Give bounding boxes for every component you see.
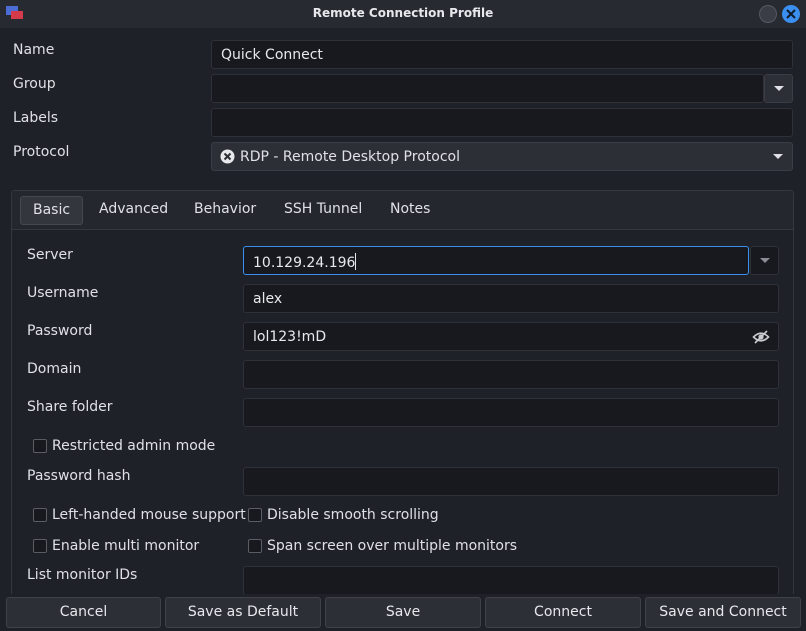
- server-label: Server: [27, 247, 73, 263]
- share-folder-label: Share folder: [27, 399, 113, 415]
- cancel-button[interactable]: Cancel: [6, 597, 161, 628]
- tab-basic[interactable]: Basic: [20, 196, 84, 225]
- multi-monitor-checkbox[interactable]: [33, 539, 47, 553]
- password-hash-label: Password hash: [27, 468, 131, 484]
- labels-label: Labels: [13, 110, 59, 126]
- tab-advanced[interactable]: Advanced: [99, 201, 168, 217]
- restricted-admin-label[interactable]: Restricted admin mode: [52, 438, 215, 454]
- server-value: 10.129.24.196: [253, 255, 356, 271]
- disable-smooth-scroll-checkbox[interactable]: [248, 508, 262, 522]
- name-label: Name: [13, 42, 55, 58]
- button-bar: Cancel Save as Default Save Connect Save…: [0, 594, 806, 631]
- window-title: Remote Connection Profile: [312, 6, 494, 20]
- name-input[interactable]: Quick Connect: [211, 40, 793, 69]
- tab-notes[interactable]: Notes: [390, 201, 430, 217]
- connect-button[interactable]: Connect: [485, 597, 641, 628]
- password-hash-input[interactable]: [243, 467, 779, 496]
- left-handed-label[interactable]: Left-handed mouse support: [52, 507, 246, 523]
- visibility-toggle-icon[interactable]: [752, 329, 770, 345]
- span-screen-label[interactable]: Span screen over multiple monitors: [267, 538, 517, 554]
- save-as-default-button[interactable]: Save as Default: [165, 597, 321, 628]
- disable-smooth-scroll-label[interactable]: Disable smooth scrolling: [267, 507, 439, 523]
- chevron-down-icon: [760, 258, 770, 263]
- chevron-down-icon: [773, 154, 783, 159]
- domain-label: Domain: [27, 361, 82, 377]
- server-history-dropdown[interactable]: [750, 246, 779, 275]
- close-button[interactable]: [782, 5, 800, 23]
- protocol-label: Protocol: [13, 144, 70, 160]
- settings-notebook: Basic Advanced Behavior SSH Tunnel Notes…: [11, 190, 794, 600]
- password-input[interactable]: lol123!mD: [243, 322, 779, 351]
- list-monitor-label: List monitor IDs: [27, 567, 138, 583]
- group-input[interactable]: [211, 74, 764, 103]
- tab-strip: Basic Advanced Behavior SSH Tunnel Notes: [12, 191, 793, 230]
- group-dropdown-button[interactable]: [764, 74, 793, 103]
- multi-monitor-label[interactable]: Enable multi monitor: [52, 538, 199, 554]
- close-icon: [786, 9, 796, 19]
- save-button[interactable]: Save: [325, 597, 481, 628]
- tab-ssh-tunnel[interactable]: SSH Tunnel: [284, 201, 362, 217]
- minimize-button[interactable]: [759, 5, 777, 23]
- rdp-protocol-icon: [220, 149, 235, 164]
- list-monitor-input[interactable]: [243, 566, 779, 595]
- share-folder-input[interactable]: [243, 398, 779, 427]
- protocol-value: RDP - Remote Desktop Protocol: [240, 149, 460, 165]
- chevron-down-icon: [774, 86, 784, 91]
- restricted-admin-checkbox[interactable]: [33, 439, 47, 453]
- labels-input[interactable]: [211, 108, 793, 137]
- username-label: Username: [27, 285, 99, 301]
- tab-behavior[interactable]: Behavior: [194, 201, 256, 217]
- password-value: lol123!mD: [253, 329, 327, 345]
- left-handed-checkbox[interactable]: [33, 508, 47, 522]
- server-input[interactable]: 10.129.24.196: [243, 246, 749, 275]
- protocol-select[interactable]: RDP - Remote Desktop Protocol: [211, 142, 793, 171]
- group-label: Group: [13, 76, 56, 92]
- username-input[interactable]: alex: [243, 284, 779, 313]
- save-and-connect-button[interactable]: Save and Connect: [645, 597, 801, 628]
- title-bar: Remote Connection Profile: [0, 0, 806, 28]
- span-screen-checkbox[interactable]: [248, 539, 262, 553]
- domain-input[interactable]: [243, 360, 779, 389]
- password-label: Password: [27, 323, 93, 339]
- text-cursor: [355, 253, 357, 270]
